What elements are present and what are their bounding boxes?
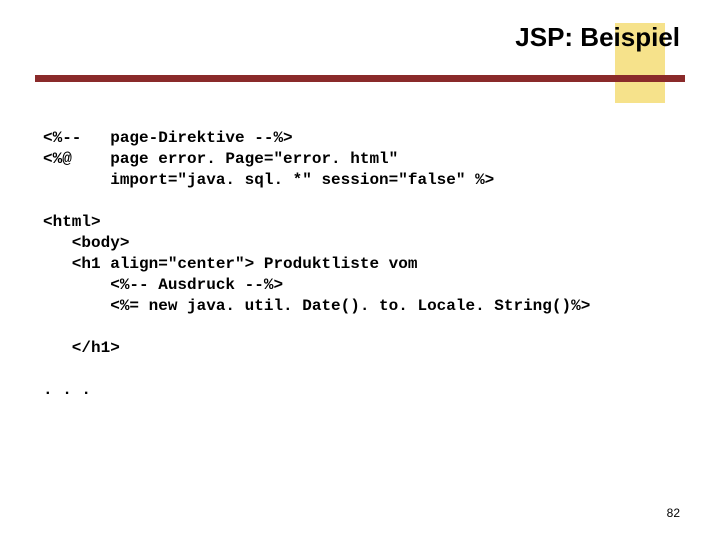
code-line: <html>: [43, 213, 101, 231]
code-block: <%-- page-Direktive --%> <%@ page error.…: [43, 128, 680, 401]
slide-title: JSP: Beispiel: [515, 22, 680, 53]
code-line: import="java. sql. *" session="false" %>: [43, 171, 494, 189]
code-line: </h1>: [43, 339, 120, 357]
code-line: <body>: [43, 234, 129, 252]
code-line: <h1 align="center"> Produktliste vom: [43, 255, 417, 273]
page-number: 82: [667, 506, 680, 520]
horizontal-rule: [35, 75, 685, 82]
code-line: <%= new java. util. Date(). to. Locale. …: [43, 297, 590, 315]
code-line: <%-- page-Direktive --%>: [43, 129, 293, 147]
code-line: <%-- Ausdruck --%>: [43, 276, 283, 294]
code-line: <%@ page error. Page="error. html": [43, 150, 398, 168]
code-line: . . .: [43, 381, 91, 399]
